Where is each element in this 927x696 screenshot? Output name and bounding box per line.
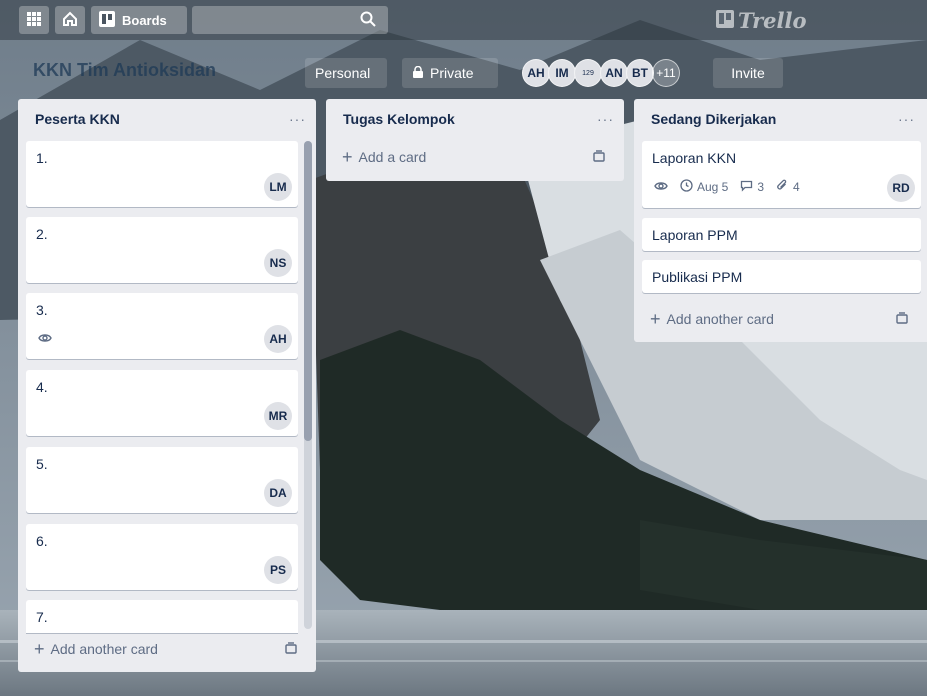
card-member-avatar[interactable]: RD (887, 174, 915, 202)
add-card-label: Add a card (358, 149, 427, 165)
card[interactable]: 3. AH (26, 293, 298, 359)
board-header: KKN Tim Antioksidan Personal Private AH … (0, 56, 927, 90)
attachments-count: 4 (793, 180, 800, 194)
trello-logo-text: Trello (738, 7, 807, 33)
member-avatar[interactable]: IM (548, 59, 576, 87)
list-header: Peserta KKN ··· (18, 99, 316, 139)
member-avatar[interactable]: BT (626, 59, 654, 87)
home-icon (62, 11, 78, 30)
list-sedang-dikerjakan: Sedang Dikerjakan ··· Laporan KKN Aug 5 … (634, 99, 927, 342)
clock-icon (680, 179, 693, 195)
card-title: 6. (36, 533, 48, 549)
paperclip-icon (776, 179, 789, 195)
eye-icon (654, 180, 668, 195)
comment-icon (740, 179, 753, 195)
add-card-label: Add another card (50, 641, 158, 657)
list-header: Sedang Dikerjakan ··· (634, 99, 927, 139)
card-title: 3. (36, 302, 48, 318)
team-visibility-button[interactable]: Personal (305, 58, 387, 88)
top-navigation-bar: Boards Trello (0, 0, 927, 40)
list-title[interactable]: Peserta KKN (35, 111, 120, 127)
card[interactable]: Laporan PPM (642, 218, 921, 251)
list-title[interactable]: Tugas Kelompok (343, 111, 455, 127)
trello-logo[interactable]: Trello (716, 7, 807, 33)
card[interactable]: Publikasi PPM (642, 260, 921, 293)
list-tugas-kelompok: Tugas Kelompok ··· + Add a card (326, 99, 624, 181)
add-card-button[interactable]: + Add a card (334, 142, 616, 172)
member-avatar[interactable]: 129 (574, 59, 602, 87)
invite-button[interactable]: Invite (713, 58, 783, 88)
plus-icon: + (34, 639, 45, 659)
search-input[interactable] (192, 6, 388, 34)
card-member-avatar[interactable]: NS (264, 249, 292, 277)
list-menu-button[interactable]: ··· (597, 111, 614, 127)
card[interactable]: 5. DA (26, 447, 298, 513)
grid-icon (27, 11, 41, 29)
card-member-avatar[interactable]: MR (264, 402, 292, 430)
trello-logo-icon (716, 8, 734, 33)
board-icon (99, 10, 115, 30)
card-template-icon[interactable] (284, 642, 298, 656)
visibility-button[interactable]: Private (402, 58, 498, 88)
card[interactable]: 1. LM (26, 141, 298, 207)
list-header: Tugas Kelompok ··· (326, 99, 624, 139)
search-icon (360, 11, 376, 30)
card-template-icon[interactable] (895, 312, 909, 326)
card-badges: Aug 5 3 4 (654, 179, 800, 195)
attachments-badge: 4 (776, 179, 800, 195)
due-date-text: Aug 5 (697, 180, 729, 194)
watch-badge (654, 180, 668, 195)
card[interactable]: 7. (26, 600, 298, 633)
card[interactable]: 2. NS (26, 217, 298, 283)
card[interactable]: 4. MR (26, 370, 298, 436)
board-title[interactable]: KKN Tim Antioksidan (33, 60, 216, 81)
boards-button[interactable]: Boards (91, 6, 187, 34)
list-menu-button[interactable]: ··· (289, 111, 306, 127)
card-title: 2. (36, 226, 48, 242)
apps-button[interactable] (19, 6, 49, 34)
list-peserta-kkn: Peserta KKN ··· 1. LM 2. NS 3. AH 4. MR … (18, 99, 316, 672)
card-title: 7. (36, 609, 48, 625)
card-member-avatar[interactable]: LM (264, 173, 292, 201)
boards-label: Boards (122, 12, 167, 28)
due-date-badge[interactable]: Aug 5 (680, 179, 728, 195)
card-member-avatar[interactable]: DA (264, 479, 292, 507)
card-title: Laporan PPM (652, 227, 738, 243)
plus-icon: + (342, 147, 353, 167)
card-member-avatar[interactable]: AH (264, 325, 292, 353)
member-avatar[interactable]: AH (522, 59, 550, 87)
list-scrollbar[interactable] (304, 141, 312, 629)
card-title: Publikasi PPM (652, 269, 743, 285)
add-card-button[interactable]: + Add another card (642, 304, 919, 334)
list-title[interactable]: Sedang Dikerjakan (651, 111, 776, 127)
comments-count: 3 (757, 180, 765, 194)
card-member-avatar[interactable]: PS (264, 556, 292, 584)
home-button[interactable] (55, 6, 85, 34)
more-members-button[interactable]: +11 (652, 59, 680, 87)
eye-icon (38, 331, 52, 347)
card-title: 5. (36, 456, 48, 472)
card[interactable]: Laporan KKN Aug 5 3 4 RD (642, 141, 921, 208)
list-menu-button[interactable]: ··· (898, 111, 915, 127)
plus-icon: + (650, 309, 661, 329)
card-title: 4. (36, 379, 48, 395)
visibility-label: Private (430, 65, 474, 81)
add-card-label: Add another card (666, 311, 774, 327)
board-members: AH IM 129 AN BT +11 (522, 59, 680, 87)
card-title: 1. (36, 150, 48, 166)
card[interactable]: 6. PS (26, 524, 298, 590)
comments-badge: 3 (740, 179, 764, 195)
card-template-icon[interactable] (592, 150, 606, 164)
scrollbar-thumb[interactable] (304, 141, 312, 441)
lock-icon (412, 65, 424, 81)
member-avatar[interactable]: AN (600, 59, 628, 87)
add-card-button[interactable]: + Add another card (26, 634, 308, 664)
card-title: Laporan KKN (652, 150, 737, 166)
